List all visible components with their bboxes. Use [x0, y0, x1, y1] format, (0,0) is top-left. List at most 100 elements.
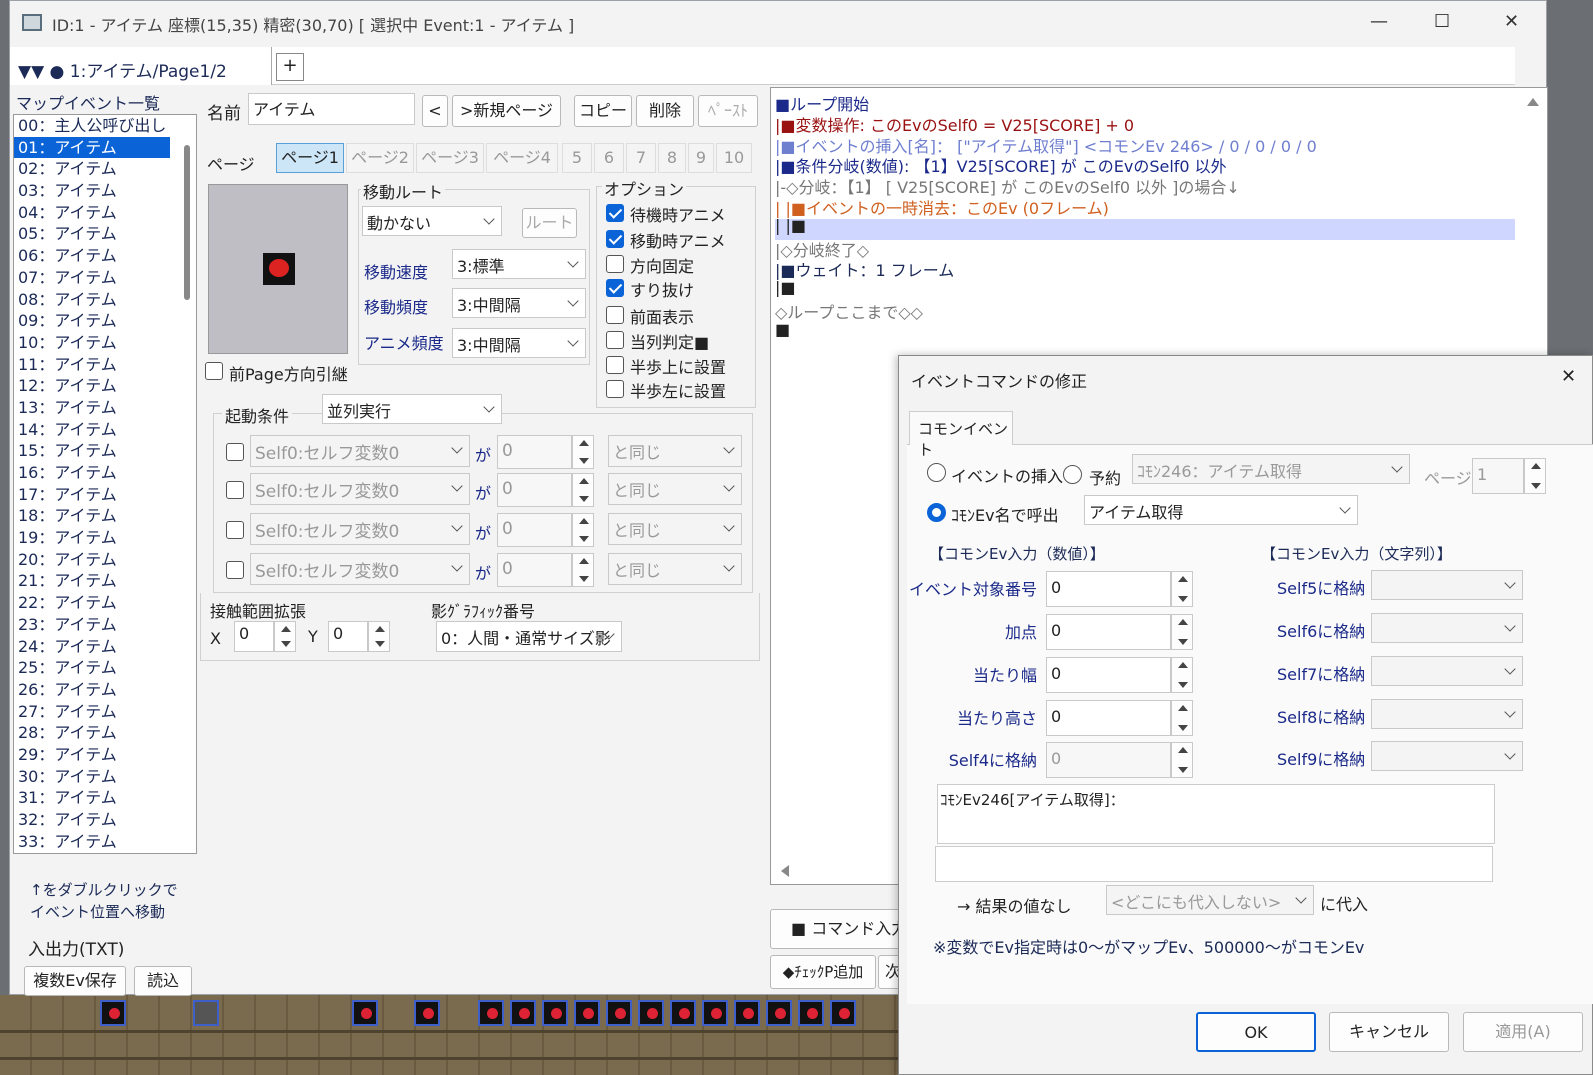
command-line[interactable]: | |■	[775, 216, 806, 237]
condition-checkbox[interactable]	[226, 561, 244, 579]
maximize-button[interactable]: ☐	[1434, 11, 1450, 32]
tab-page-9[interactable]: 9	[688, 143, 714, 173]
event-list-item[interactable]: 29：アイテム	[14, 744, 196, 766]
event-list-item[interactable]: 22：アイテム	[14, 592, 196, 614]
page-input[interactable]: 1	[1472, 458, 1524, 494]
condition-compare-select[interactable]: と同じ	[608, 553, 742, 585]
event-list-item[interactable]: 20：アイテム	[14, 549, 196, 571]
condition-checkbox[interactable]	[226, 521, 244, 539]
map-event-tile[interactable]	[606, 1000, 632, 1026]
condition-value-input[interactable]: 0	[497, 473, 572, 507]
tab-page-7[interactable]: 7	[626, 143, 656, 173]
route-button[interactable]: ルート	[522, 208, 577, 238]
str-input-select[interactable]	[1371, 656, 1523, 686]
event-list-item[interactable]: 16：アイテム	[14, 462, 196, 484]
anim-freq-select[interactable]: 3:中間隔	[452, 328, 586, 358]
command-line[interactable]: |■変数操作: このEvのSelf0 = V25[SCORE] + 0	[775, 112, 1134, 135]
name-input[interactable]: アイテム	[248, 93, 415, 125]
tab-common-event[interactable]: コモンイベント	[909, 411, 1013, 459]
map-start-tile[interactable]	[193, 1000, 219, 1026]
trigger-select[interactable]: 並列実行	[322, 394, 502, 424]
event-list-item[interactable]: 25：アイテム	[14, 657, 196, 679]
radio-reserve[interactable]	[1063, 465, 1082, 484]
common-name-select[interactable]: アイテム取得	[1084, 495, 1358, 525]
radio-insert-event[interactable]	[927, 463, 946, 482]
condition-value-input[interactable]: 0	[497, 553, 572, 587]
tab-page-2[interactable]: ページ2	[346, 143, 414, 173]
num-input-spinner[interactable]	[1171, 657, 1193, 693]
event-list-item[interactable]: 32：アイテム	[14, 809, 196, 831]
move-freq-select[interactable]: 3:中間隔	[452, 288, 586, 318]
map-event-tile[interactable]	[702, 1000, 728, 1026]
map-event-tile[interactable]	[574, 1000, 600, 1026]
event-list-item[interactable]: 27：アイテム	[14, 701, 196, 723]
map-event-tile[interactable]	[830, 1000, 856, 1026]
scroll-left-icon[interactable]	[781, 865, 789, 877]
option-checkbox[interactable]	[606, 331, 624, 349]
condition-checkbox[interactable]	[226, 481, 244, 499]
common-event-select[interactable]: ｺﾓﾝ246：アイテム取得	[1132, 454, 1410, 484]
num-input-spinner[interactable]	[1171, 614, 1193, 650]
dialog-close-button[interactable]: ✕	[1561, 366, 1576, 387]
event-list-item[interactable]: 01：アイテム	[14, 136, 170, 159]
event-graphic[interactable]	[208, 184, 348, 354]
event-list-item[interactable]: 21：アイテム	[14, 570, 196, 592]
load-button[interactable]: 読込	[134, 966, 192, 996]
event-list-item[interactable]: 19：アイテム	[14, 527, 196, 549]
event-list-item[interactable]: 14：アイテム	[14, 419, 196, 441]
option-checkbox[interactable]	[606, 356, 624, 374]
event-list-scrollbar[interactable]	[184, 145, 190, 300]
command-line[interactable]: ■	[775, 320, 790, 341]
condition-compare-select[interactable]: と同じ	[608, 513, 742, 545]
event-list-item[interactable]: 33：アイテム	[14, 831, 196, 853]
condition-value-spinner[interactable]	[572, 473, 594, 507]
event-list-item[interactable]: 10：アイテム	[14, 332, 196, 354]
event-list-item[interactable]: 00：主人公呼び出し	[14, 115, 196, 137]
event-list-item[interactable]: 12：アイテム	[14, 375, 196, 397]
option-checkbox[interactable]	[606, 306, 624, 324]
memo-box[interactable]: ｺﾓﾝEv246[アイテム取得]：	[937, 784, 1495, 844]
event-list-item[interactable]: 28：アイテム	[14, 722, 196, 744]
tab-page-3[interactable]: ページ3	[416, 143, 484, 173]
minimize-button[interactable]: —	[1370, 11, 1388, 32]
num-input-field[interactable]: 0	[1046, 614, 1171, 650]
map-event-tile[interactable]	[510, 1000, 536, 1026]
event-list-item[interactable]: 06：アイテム	[14, 245, 196, 267]
condition-value-spinner[interactable]	[572, 553, 594, 587]
map-event-tile[interactable]	[352, 1000, 378, 1026]
move-speed-select[interactable]: 3:標準	[452, 249, 586, 279]
str-input-select[interactable]	[1371, 613, 1523, 643]
map-event-tile[interactable]	[734, 1000, 760, 1026]
option-checkbox[interactable]	[606, 279, 624, 297]
event-list-item[interactable]: 17：アイテム	[14, 484, 196, 506]
add-tab-button[interactable]: +	[276, 53, 304, 81]
event-list-item[interactable]: 30：アイテム	[14, 766, 196, 788]
scroll-up-icon[interactable]	[1527, 98, 1539, 106]
command-line[interactable]: |■条件分岐(数値): 【1】V25[SCORE] が このEvのSelf0 以…	[775, 153, 1227, 176]
event-list-item[interactable]: 05：アイテム	[14, 223, 196, 245]
condition-variable-select[interactable]: Self0:セルフ変数0	[250, 513, 470, 545]
command-input-button[interactable]: ■ コマンド入力	[770, 909, 910, 949]
event-list-item[interactable]: 07：アイテム	[14, 267, 196, 289]
new-page-button[interactable]: >新規ページ	[452, 95, 561, 127]
event-list-item[interactable]: 11：アイテム	[14, 354, 196, 376]
condition-compare-select[interactable]: と同じ	[608, 473, 742, 505]
tab-event-1[interactable]: ▼▼ ● 1:アイテム/Page1/2	[10, 47, 272, 85]
command-line[interactable]: |■	[775, 278, 796, 299]
tab-page-4[interactable]: ページ4	[486, 143, 558, 173]
command-line[interactable]: ■ループ開始	[775, 91, 869, 114]
command-line[interactable]: |■イベントの挿入[名]： ["アイテム取得"] <コモンEv 246> / 0…	[775, 133, 1317, 156]
str-input-select[interactable]	[1371, 699, 1523, 729]
event-list-item[interactable]: 02：アイテム	[14, 158, 196, 180]
map-event-tile[interactable]	[414, 1000, 440, 1026]
command-line[interactable]: ◇ループここまで◇◇	[775, 299, 923, 322]
option-checkbox[interactable]	[606, 255, 624, 273]
num-input-field[interactable]: 0	[1046, 700, 1171, 736]
num-input-spinner[interactable]	[1171, 742, 1193, 778]
event-list[interactable]: 00：主人公呼び出し 01：アイテム 02：アイテム 03：アイテム 04：アイテム 05…	[13, 114, 197, 854]
map-event-tile[interactable]	[798, 1000, 824, 1026]
str-input-select[interactable]	[1371, 570, 1523, 600]
condition-value-input[interactable]: 0	[497, 435, 572, 469]
event-list-item[interactable]: 09：アイテム	[14, 310, 196, 332]
command-line[interactable]: |■ウェイト：1 フレーム	[775, 257, 954, 280]
